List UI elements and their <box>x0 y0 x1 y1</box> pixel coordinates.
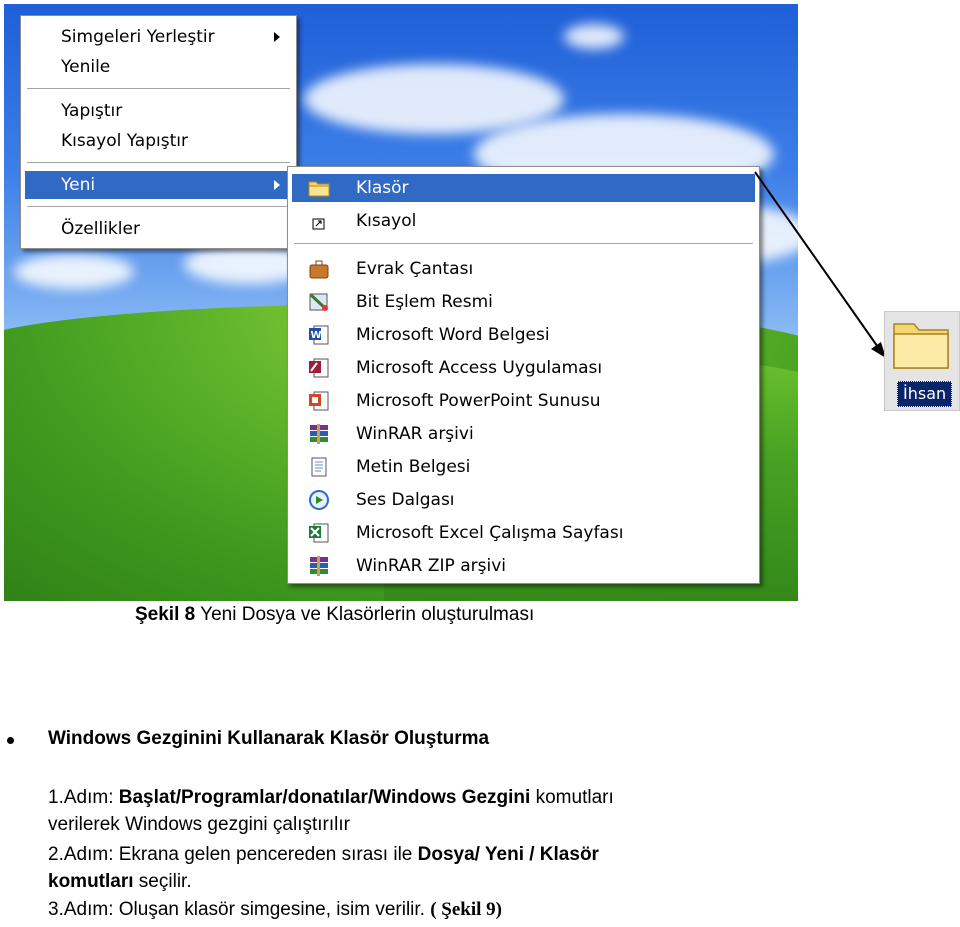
step-text: komutları <box>530 787 614 808</box>
step-1: 1.Adım: Başlat/Programlar/donatılar/Wind… <box>48 787 614 809</box>
step-command: Dosya/ Yeni / Klasör <box>417 844 599 865</box>
folder-icon <box>893 323 949 369</box>
caption-text: Yeni Dosya ve Klasörlerin oluşturulması <box>195 604 535 625</box>
step-3: 3.Adım: Oluşan klasör simgesine, isim ve… <box>48 899 502 921</box>
step-text: 1.Adım: <box>48 787 119 808</box>
step-command: Başlat/Programlar/donatılar/Windows Gezg… <box>118 787 531 808</box>
step-2: 2.Adım: Ekrana gelen pencereden sırası i… <box>48 844 599 866</box>
step-text: seçilir. <box>133 871 192 892</box>
step-text: 3.Adım: Oluşan klasör simgesine, isim ve… <box>48 899 431 920</box>
section-heading: Windows Gezginini Kullanarak Klasör Oluş… <box>48 728 490 749</box>
folder-name-label[interactable]: İhsan <box>897 381 953 407</box>
step-text: 2.Adım: Ekrana gelen pencereden sırası i… <box>48 844 418 865</box>
figure-caption: Şekil 8 Yeni Dosya ve Klasörlerin oluştu… <box>135 604 534 626</box>
caption-label: Şekil 8 <box>135 604 196 625</box>
bullet-icon <box>7 737 14 744</box>
step-command: komutları <box>48 871 134 892</box>
step-2-continued: komutları seçilir. <box>48 871 192 893</box>
step-1-continued: verilerek Windows gezgini çalıştırılır <box>48 814 350 835</box>
figure-reference: ( Şekil 9) <box>430 899 503 920</box>
